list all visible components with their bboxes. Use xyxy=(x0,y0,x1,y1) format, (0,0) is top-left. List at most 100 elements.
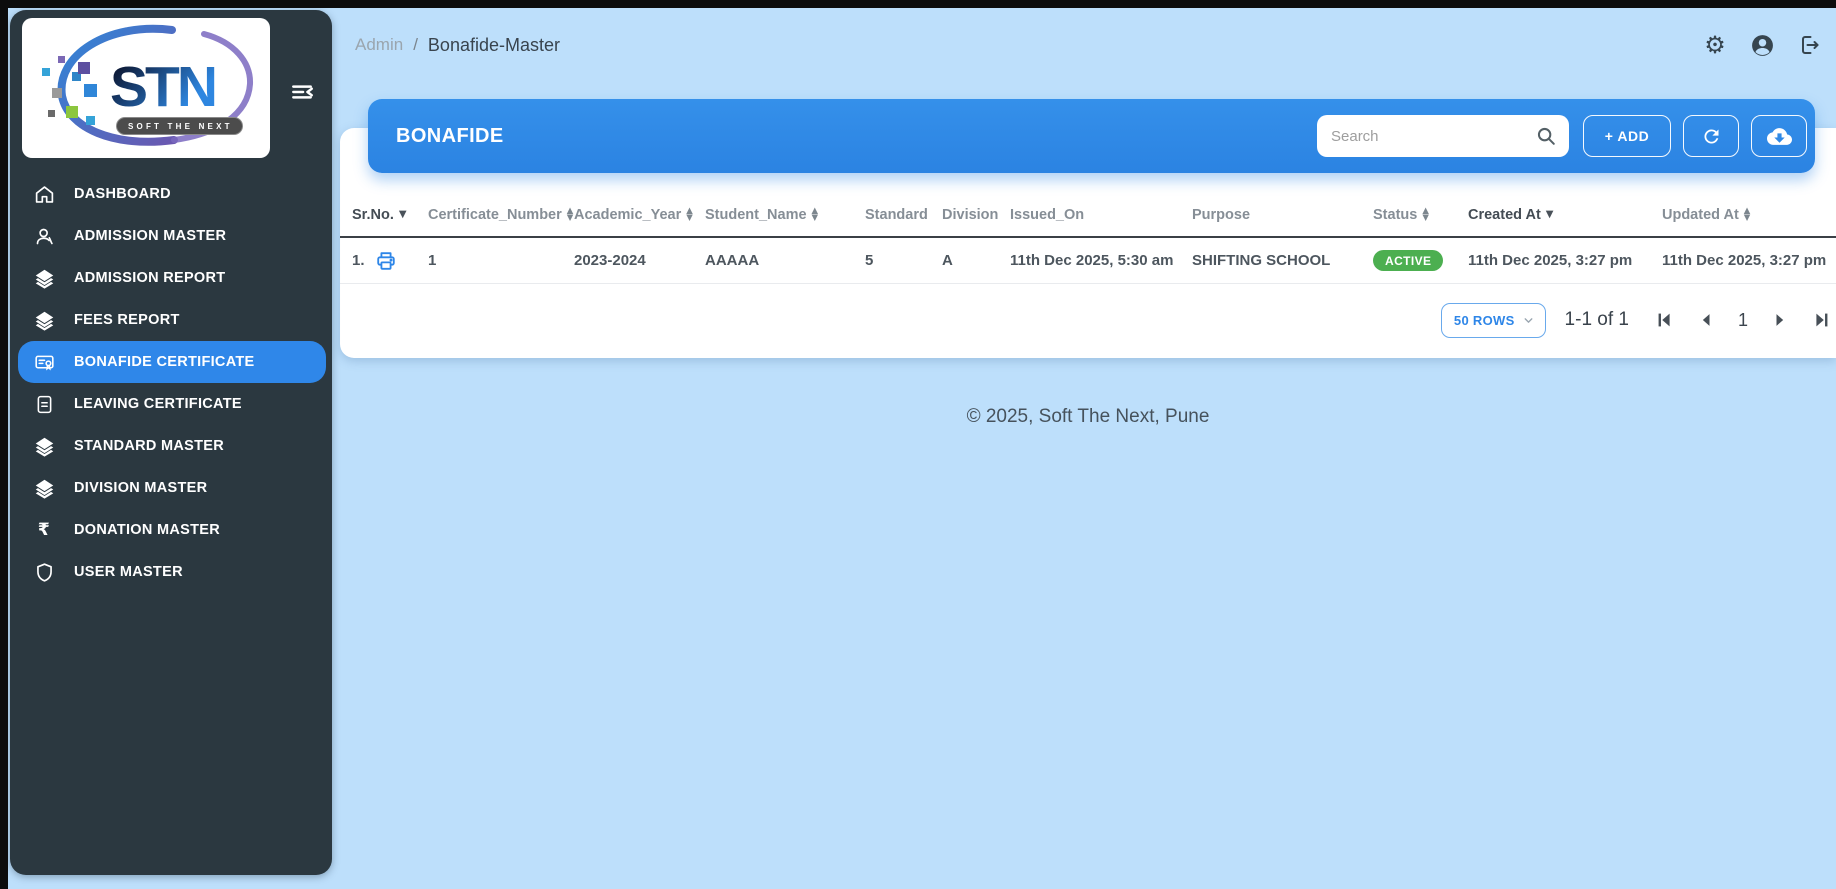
table-header: Sr.No. ▼ Certificate_Number ▲ ▼ Academic_Ye… xyxy=(340,194,1836,238)
sidebar-item-label: DASHBOARD xyxy=(74,186,171,202)
certificate-icon xyxy=(32,350,56,374)
column-header-student-name[interactable]: Student_Name ▲ ▼ xyxy=(705,207,865,223)
sidebar-item-label: DONATION MASTER xyxy=(74,522,221,538)
last-page-icon[interactable] xyxy=(1810,309,1832,331)
account-icon[interactable] xyxy=(1749,32,1775,58)
sidebar-item-label: USER MASTER xyxy=(74,564,183,580)
layers-icon xyxy=(32,266,56,290)
sidebar-item-donation-master[interactable]: ₹ DONATION MASTER xyxy=(10,509,332,551)
window-frame-left xyxy=(0,0,8,889)
sidebar-item-standard-master[interactable]: STANDARD MASTER xyxy=(10,425,332,467)
pagination: 50 ROWS 1-1 of 1 1 xyxy=(340,284,1836,356)
sort-icon: ▲ ▼ xyxy=(811,206,819,223)
sidebar-menu: DASHBOARD ADMISSION MASTER ADMISSION REP… xyxy=(10,173,332,593)
person-icon xyxy=(32,224,56,248)
topbar: Admin / Bonafide-Master ⚙ xyxy=(355,24,1822,66)
gear-icon[interactable]: ⚙ xyxy=(1702,32,1728,58)
panel-actions: + ADD xyxy=(1317,115,1807,157)
column-header-created-at[interactable]: Created At ▼ xyxy=(1468,207,1662,223)
sidebar: STN SOFT THE NEXT DASHBOARD ADMISSION MA… xyxy=(10,10,332,875)
sidebar-item-leaving-certificate[interactable]: LEAVING CERTIFICATE xyxy=(10,383,332,425)
search-box xyxy=(1317,115,1569,157)
sidebar-item-label: STANDARD MASTER xyxy=(74,438,225,454)
column-header-status[interactable]: Status ▲ ▼ xyxy=(1373,207,1468,223)
logo-square xyxy=(52,88,62,98)
sort-icon: ▲ ▼ xyxy=(566,206,574,223)
cell-student-name: AAAAA xyxy=(705,252,760,269)
refresh-icon xyxy=(1703,128,1718,143)
column-header-sr-no[interactable]: Sr.No. ▼ xyxy=(352,207,428,223)
sidebar-item-fees-report[interactable]: FEES REPORT xyxy=(10,299,332,341)
panel-header: BONAFIDE + ADD xyxy=(368,99,1815,173)
layers-icon xyxy=(32,308,56,332)
rupee-icon: ₹ xyxy=(37,520,51,540)
layers-icon xyxy=(32,434,56,458)
cell-academic-year: 2023-2024 xyxy=(574,252,646,269)
logo-square xyxy=(58,56,65,63)
shield-icon xyxy=(32,560,56,584)
sidebar-item-division-master[interactable]: DIVISION MASTER xyxy=(10,467,332,509)
column-header-updated-at[interactable]: Updated At ▲ ▼ xyxy=(1662,207,1836,223)
layers-icon xyxy=(32,476,56,500)
cloud-download-icon xyxy=(1766,127,1792,145)
sort-icon: ▲ ▼ xyxy=(1422,206,1429,223)
logout-icon[interactable] xyxy=(1796,32,1822,58)
sidebar-item-admission-master[interactable]: ADMISSION MASTER xyxy=(10,215,332,257)
page-range: 1-1 of 1 xyxy=(1564,309,1629,330)
sidebar-item-label: BONAFIDE CERTIFICATE xyxy=(74,354,255,370)
pagination-controls: 1 xyxy=(1654,309,1832,331)
logo-text: STN xyxy=(110,55,218,119)
sidebar-collapse-icon[interactable] xyxy=(284,74,320,110)
breadcrumb-page: Bonafide-Master xyxy=(427,34,560,55)
breadcrumb-section[interactable]: Admin xyxy=(355,35,403,55)
sidebar-item-label: LEAVING CERTIFICATE xyxy=(74,396,242,412)
cell-created-at: 11th Dec 2025, 3:27 pm xyxy=(1468,252,1633,269)
logo-square xyxy=(84,84,97,97)
previous-page-icon[interactable] xyxy=(1696,309,1718,331)
status-badge: ACTIVE xyxy=(1373,250,1444,271)
download-button[interactable] xyxy=(1751,115,1807,157)
sort-desc-icon: ▼ xyxy=(1545,209,1554,220)
sidebar-item-user-master[interactable]: USER MASTER xyxy=(10,551,332,593)
cell-certificate-number: 1 xyxy=(428,252,437,269)
rows-per-page-button[interactable]: 50 ROWS xyxy=(1440,302,1546,338)
logo-square xyxy=(66,106,78,118)
column-header-issued-on[interactable]: Issued_On xyxy=(1010,207,1192,223)
sidebar-item-bonafide-certificate[interactable]: BONAFIDE CERTIFICATE xyxy=(18,341,326,383)
logo-square xyxy=(48,110,55,117)
topbar-icons: ⚙ xyxy=(1702,32,1822,58)
current-page-number[interactable]: 1 xyxy=(1738,310,1748,331)
breadcrumb: Admin / Bonafide-Master xyxy=(355,35,560,56)
search-icon[interactable] xyxy=(1535,125,1557,147)
column-header-academic-year[interactable]: Academic_Year ▲ ▼ xyxy=(574,207,705,223)
chevron-down-icon xyxy=(1524,317,1533,323)
sidebar-item-admission-report[interactable]: ADMISSION REPORT xyxy=(10,257,332,299)
logo-square xyxy=(86,116,95,125)
column-header-standard[interactable]: Standard xyxy=(865,207,942,223)
cell-sr-no: 1. xyxy=(352,250,428,272)
panel-title: BONAFIDE xyxy=(396,124,504,147)
print-icon[interactable] xyxy=(375,250,397,272)
next-page-icon[interactable] xyxy=(1768,309,1790,331)
footer-copyright: © 2025, Soft The Next, Pune xyxy=(966,406,1210,427)
sidebar-item-dashboard[interactable]: DASHBOARD xyxy=(10,173,332,215)
main-area: Admin / Bonafide-Master ⚙ BONAFIDE + ADD xyxy=(332,8,1836,889)
cell-purpose: SHIFTING SCHOOL xyxy=(1192,252,1331,269)
refresh-button[interactable] xyxy=(1683,115,1739,157)
sidebar-item-label: ADMISSION REPORT xyxy=(74,270,226,286)
first-page-icon[interactable] xyxy=(1654,309,1676,331)
column-header-division[interactable]: Division xyxy=(942,207,1010,223)
column-header-purpose[interactable]: Purpose xyxy=(1192,207,1373,223)
add-button[interactable]: + ADD xyxy=(1583,115,1671,157)
sort-icon: ▲ ▼ xyxy=(686,206,693,223)
search-input[interactable] xyxy=(1331,127,1535,145)
sidebar-item-label: DIVISION MASTER xyxy=(74,480,208,496)
column-header-certificate-number[interactable]: Certificate_Number ▲ ▼ xyxy=(428,207,574,223)
cell-issued-on: 11th Dec 2025, 5:30 am xyxy=(1010,252,1174,269)
sort-desc-icon: ▼ xyxy=(398,209,407,220)
logo-tagline: SOFT THE NEXT xyxy=(116,117,243,135)
breadcrumb-separator: / xyxy=(413,35,418,54)
sort-icon: ▲ ▼ xyxy=(1743,206,1751,223)
cell-status: ACTIVE xyxy=(1373,250,1468,271)
logo-square xyxy=(42,68,50,76)
